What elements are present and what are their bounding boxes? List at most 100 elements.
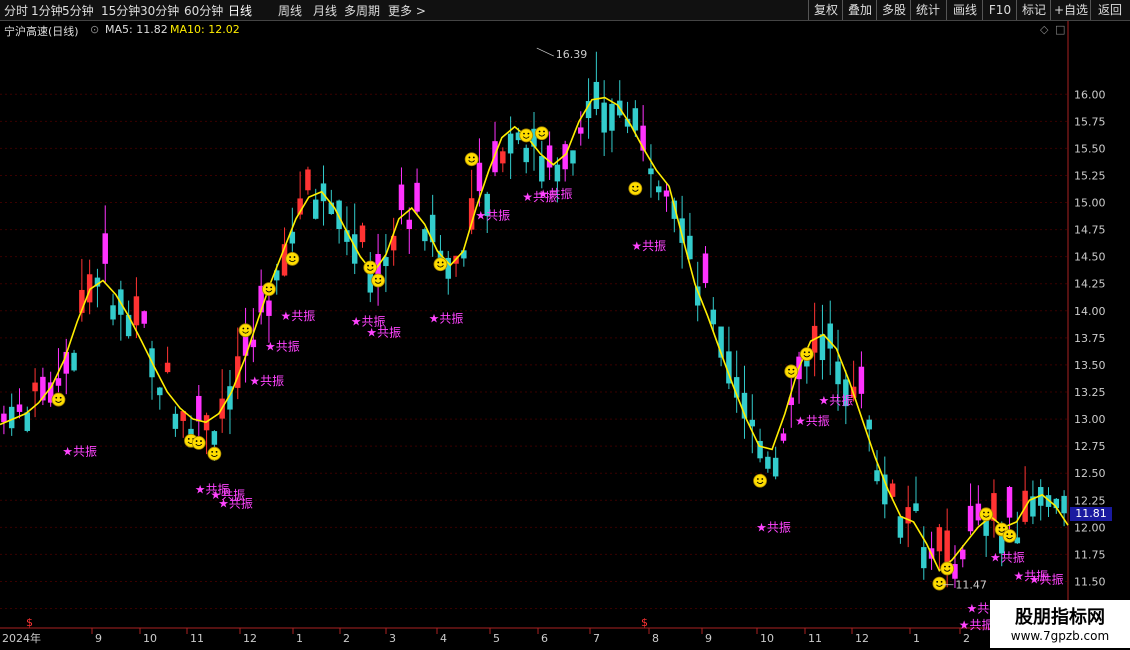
candle-26: [203, 412, 210, 455]
signal-label-4: ★共振: [249, 374, 284, 388]
candle-133: [1037, 479, 1044, 521]
x-tick-1: 9: [95, 632, 102, 645]
x-tick-5: 1: [296, 632, 303, 645]
candle-0: [1, 405, 7, 435]
smiley-icon-5: [262, 282, 276, 297]
x-tick-0: 2024年: [2, 631, 41, 645]
y-tick-4: 12.25: [1074, 494, 1106, 507]
y-tick-18: 15.75: [1074, 115, 1106, 128]
x-tick-16: 12: [855, 632, 869, 645]
kline-chart[interactable]: 11.2511.5011.7512.0012.2512.5012.7513.00…: [0, 0, 1130, 650]
smiley-icon-19: [979, 507, 994, 522]
candle-88: [687, 212, 693, 260]
candle-110: [858, 351, 865, 409]
candle-29: [227, 370, 233, 435]
candle-73: [570, 150, 576, 176]
signal-label-12: ★共振: [538, 187, 573, 201]
y-tick-14: 14.75: [1074, 224, 1106, 237]
smiley-icon-14: [753, 473, 767, 488]
candle-15: [118, 280, 124, 341]
signal-label-17: ★共振: [959, 618, 994, 632]
y-tick-1: 11.50: [1074, 575, 1106, 588]
smiley-icon-17: [932, 576, 947, 591]
candle-22: [172, 406, 179, 437]
x-tick-2: 10: [143, 632, 157, 645]
x-tick-8: 4: [440, 632, 447, 645]
x-tick-3: 11: [190, 632, 204, 645]
candle-12: [94, 268, 101, 308]
candle-4: [32, 368, 38, 418]
candle-45: [351, 203, 358, 275]
candle-82: [640, 105, 646, 162]
candle-50: [390, 217, 397, 266]
y-tick-17: 15.50: [1074, 142, 1106, 155]
signal-label-16: ★共振: [818, 394, 853, 408]
candle-96: [749, 394, 756, 454]
candle-20: [157, 386, 163, 410]
smiley-icon-2: [191, 435, 206, 450]
candle-31: [242, 307, 249, 383]
candle-98: [765, 451, 771, 473]
candle-121: [944, 508, 950, 588]
candle-72: [562, 140, 568, 182]
signal-label-6: ★共振: [281, 309, 316, 323]
x-tick-15: 11: [808, 632, 822, 645]
low-annotation: 11.47: [955, 579, 987, 592]
candle-19: [149, 340, 155, 400]
high-pointer: [536, 47, 554, 57]
candle-106: [827, 300, 833, 376]
x-tick-11: 7: [593, 632, 600, 645]
candle-69: [539, 140, 545, 189]
y-tick-16: 15.25: [1074, 169, 1106, 182]
candle-120: [936, 523, 943, 572]
candle-1: [8, 393, 15, 436]
x-tick-18: 2: [963, 632, 970, 645]
candle-11: [86, 259, 93, 315]
signal-label-0: ★共振: [62, 445, 97, 459]
y-tick-15: 15.00: [1074, 197, 1106, 210]
candle-54: [422, 227, 428, 251]
y-tick-12: 14.25: [1074, 278, 1106, 291]
x-tick-4: 12: [243, 632, 257, 645]
watermark-title: 股朋指标网: [1015, 607, 1105, 628]
x-tick-14: 10: [760, 632, 774, 645]
y-tick-6: 12.75: [1074, 440, 1106, 453]
last-price-marker: 11.81: [1070, 507, 1112, 521]
smiley-icon-3: [207, 446, 222, 461]
candle-105: [819, 304, 826, 380]
candle-64: [500, 147, 506, 173]
x-tick-13: 9: [705, 632, 712, 645]
candle-117: [913, 476, 919, 513]
x-tick-17: 1: [913, 632, 920, 645]
y-tick-2: 11.75: [1074, 548, 1106, 561]
x-tick-10: 6: [541, 632, 548, 645]
y-tick-13: 14.50: [1074, 251, 1106, 264]
y-tick-19: 16.00: [1074, 88, 1106, 101]
candle-90: [702, 246, 709, 288]
x-tick-7: 3: [389, 632, 396, 645]
candle-78: [609, 98, 615, 153]
y-tick-10: 13.75: [1074, 332, 1106, 345]
signal-label-21: ★共振: [1029, 572, 1064, 586]
signal-label-5: ★共振: [265, 340, 300, 354]
candle-13: [102, 205, 108, 285]
candles: [1, 51, 1067, 588]
signal-label-3: ★共振: [218, 497, 253, 511]
candle-18: [141, 310, 147, 328]
smiley-icon-11: [519, 128, 534, 143]
watermark-url: www.7gpzb.com: [1010, 629, 1110, 643]
watermark-logo: 股朋指标网 www.7gpzb.com: [990, 600, 1130, 648]
candle-2: [16, 388, 23, 419]
y-tick-9: 13.50: [1074, 359, 1106, 372]
candle-94: [733, 350, 740, 413]
signal-label-10: ★共振: [475, 209, 510, 223]
candle-57: [445, 250, 451, 295]
candle-68: [531, 112, 537, 171]
candle-46: [359, 222, 366, 248]
candle-14: [110, 293, 116, 326]
smiley-icon-9: [433, 257, 448, 272]
smiley-icon-18: [940, 561, 955, 576]
y-tick-3: 12.00: [1074, 521, 1106, 534]
signal-label-19: ★共振: [990, 551, 1025, 565]
candle-87: [679, 195, 685, 269]
